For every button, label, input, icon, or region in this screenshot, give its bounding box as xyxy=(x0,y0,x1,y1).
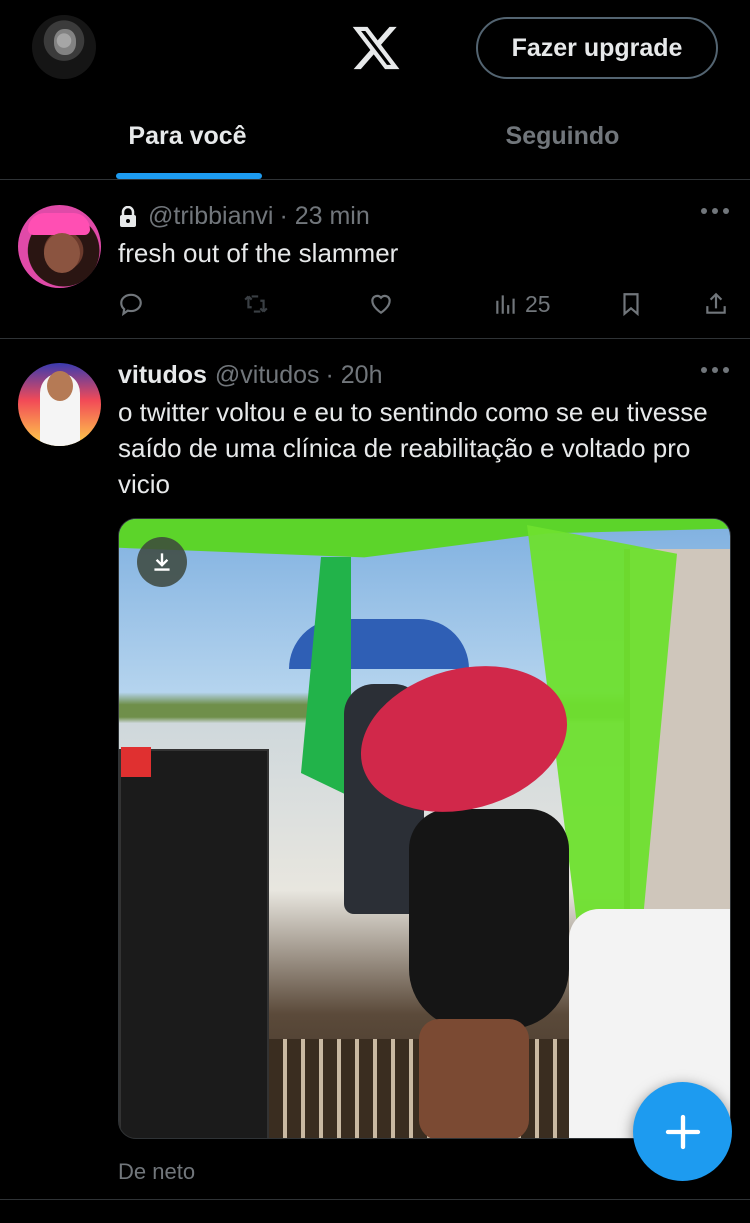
tweet-header: vitudos @vitudos · 20h xyxy=(118,361,382,390)
share-icon xyxy=(706,292,726,314)
download-button[interactable] xyxy=(137,537,187,587)
tweet[interactable]: vitudos @vitudos · 20h o twitter voltou … xyxy=(0,339,750,1200)
bookmark-icon xyxy=(623,293,639,317)
avatar[interactable] xyxy=(18,363,101,446)
tweet-display-name[interactable]: vitudos xyxy=(118,361,207,390)
tweet-text: fresh out of the slammer xyxy=(118,238,399,268)
views-icon xyxy=(496,295,515,314)
tweet[interactable]: @tribbianvi · 23 min fresh out of the sl… xyxy=(0,180,750,339)
tweet-actions: 25 xyxy=(118,288,730,320)
x-logo-icon xyxy=(352,26,400,70)
tweet-video[interactable] xyxy=(118,518,731,1139)
tweet-time[interactable]: · 23 min xyxy=(279,202,369,231)
views-count: 25 xyxy=(525,290,551,317)
share-button[interactable] xyxy=(703,288,729,320)
like-icon xyxy=(371,294,391,314)
more-icon[interactable] xyxy=(700,206,730,216)
profile-avatar[interactable] xyxy=(32,15,96,79)
like-button[interactable] xyxy=(368,288,394,320)
more-icon[interactable] xyxy=(700,365,730,375)
video-attribution[interactable]: De neto xyxy=(118,1159,195,1185)
tweet-handle[interactable]: @vitudos xyxy=(215,361,320,390)
retweet-button[interactable] xyxy=(243,288,269,320)
plus-icon xyxy=(665,1114,700,1149)
tab-for-you-label: Para você xyxy=(128,122,247,150)
tweet-handle[interactable]: @tribbianvi xyxy=(148,202,273,231)
avatar[interactable] xyxy=(18,205,101,288)
tab-following-label: Seguindo xyxy=(505,122,620,150)
tab-following[interactable]: Seguindo xyxy=(375,100,750,179)
top-bar: Fazer upgrade Para você Seguindo xyxy=(0,0,750,180)
views-button[interactable]: 25 xyxy=(493,288,551,320)
tweet-text: o twitter voltou e eu to sentindo como s… xyxy=(118,397,708,499)
lock-icon xyxy=(120,205,136,227)
tweet-time[interactable]: · 20h xyxy=(326,361,383,390)
tab-for-you[interactable]: Para você xyxy=(0,100,375,179)
retweet-icon xyxy=(244,295,268,313)
tweet-header: @tribbianvi · 23 min xyxy=(118,202,370,231)
reply-button[interactable] xyxy=(118,288,144,320)
reply-icon xyxy=(120,293,142,317)
upgrade-button[interactable]: Fazer upgrade xyxy=(476,17,718,79)
download-icon xyxy=(154,553,170,571)
bookmark-button[interactable] xyxy=(618,288,644,320)
compose-button[interactable] xyxy=(633,1082,732,1181)
active-tab-indicator xyxy=(116,173,262,179)
